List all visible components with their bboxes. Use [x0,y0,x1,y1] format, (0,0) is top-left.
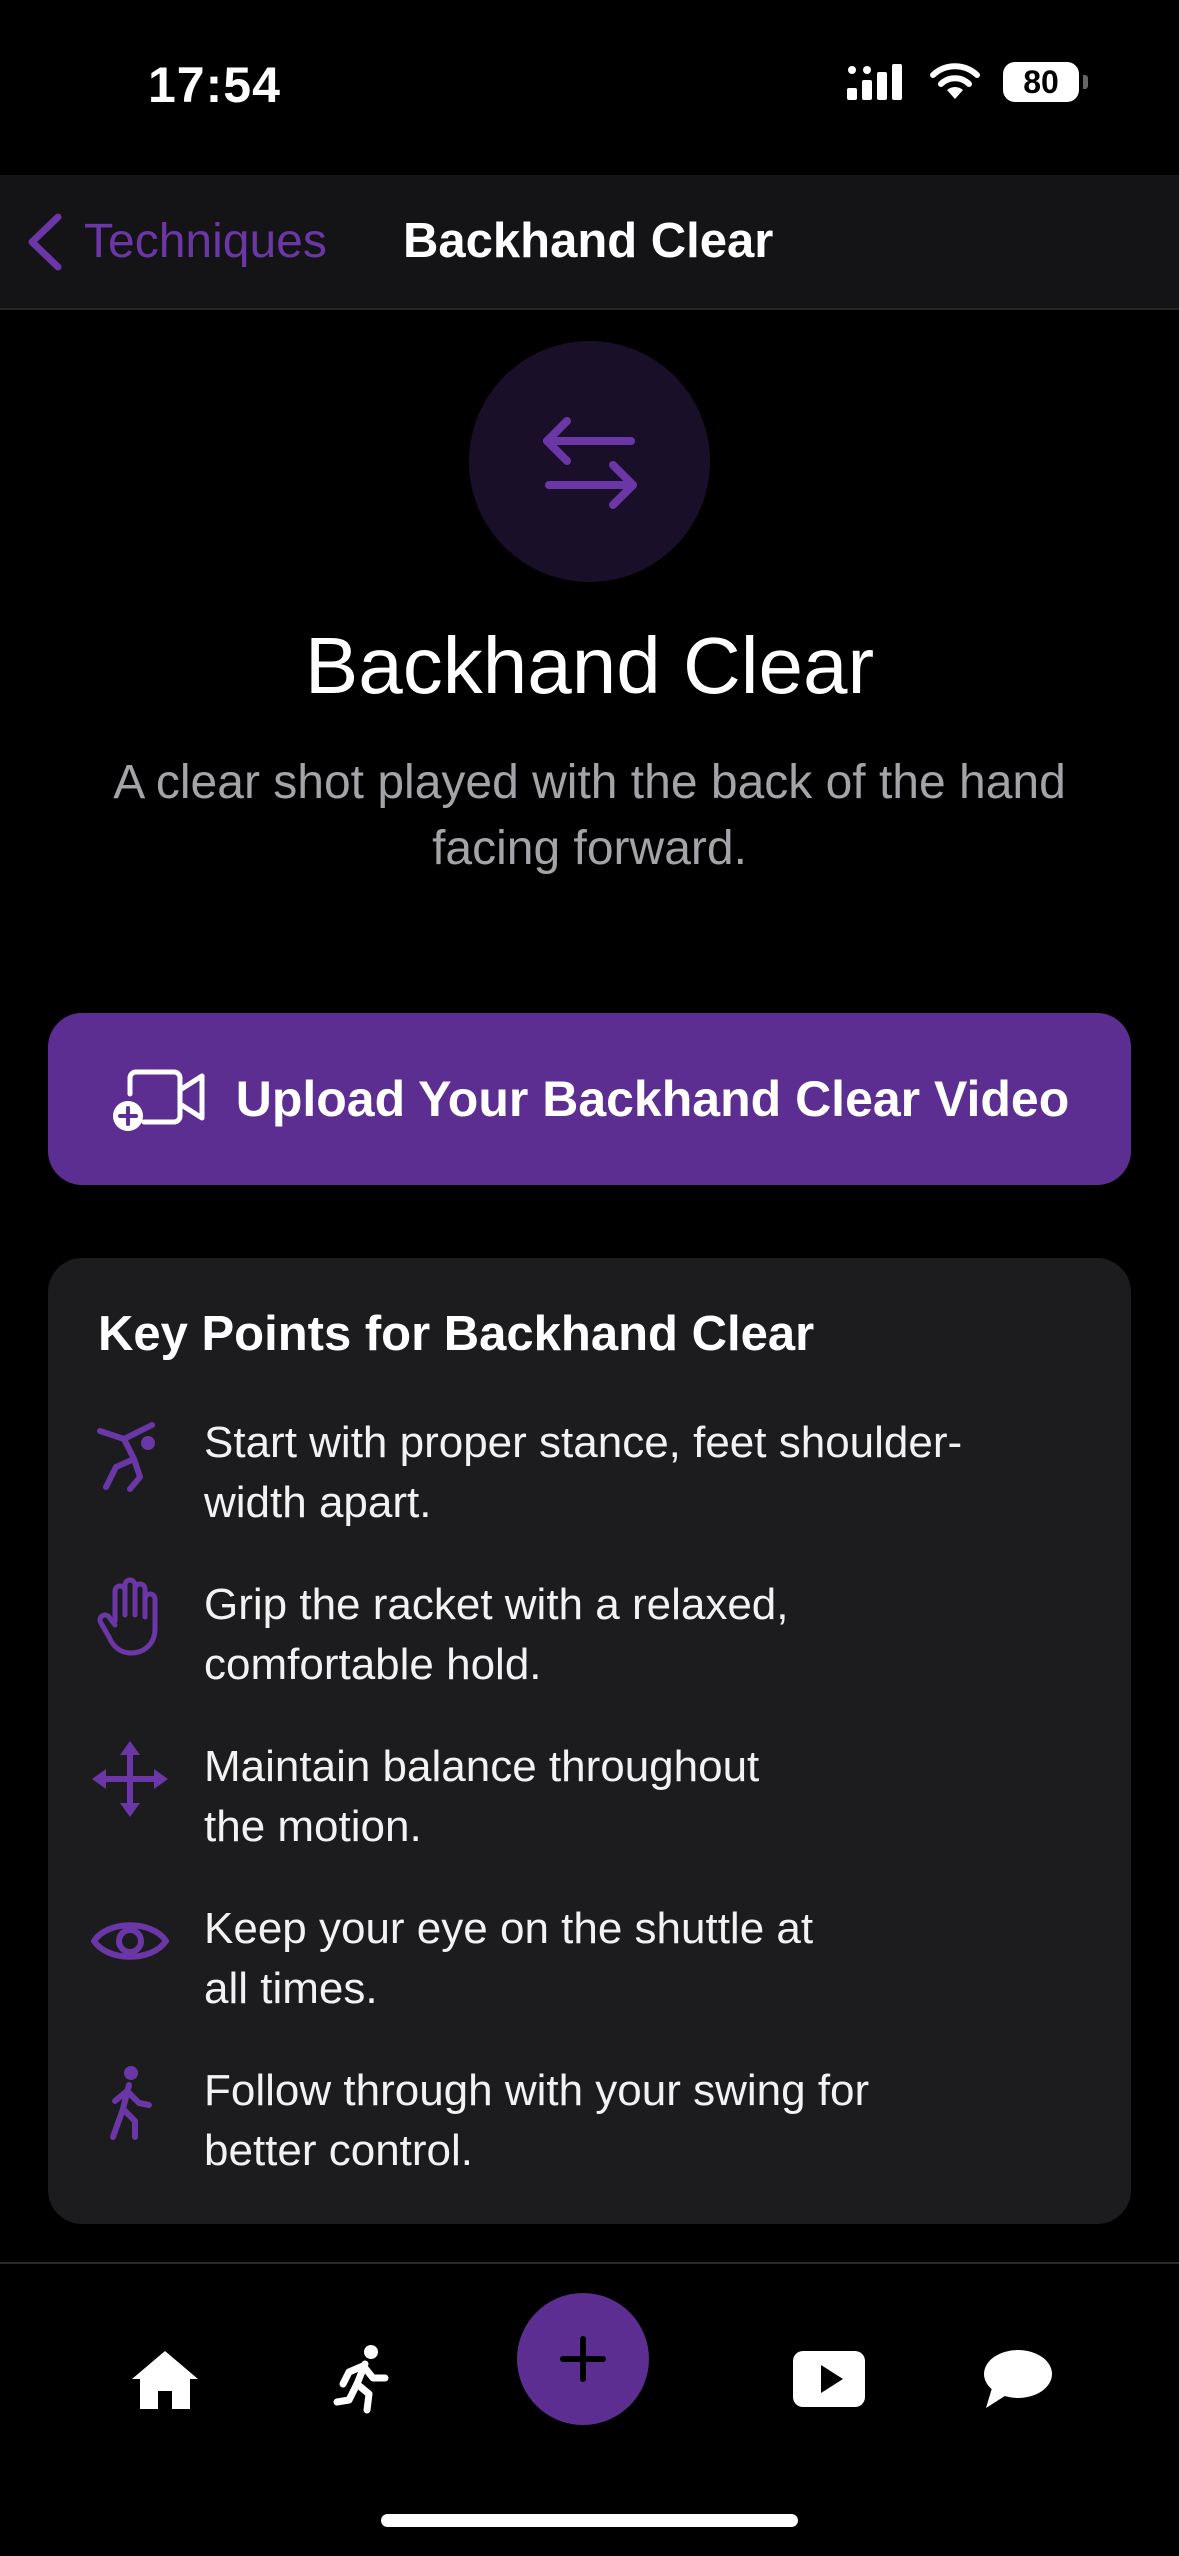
upload-video-button[interactable]: Upload Your Backhand Clear Video [48,1013,1131,1185]
home-indicator [381,2514,798,2527]
tab-training[interactable] [306,2324,416,2434]
key-point-text: Maintain balance throughout the motion. [204,1742,760,1851]
home-icon [132,2351,198,2409]
key-point-text: Grip the racket with a relaxed, comforta… [204,1580,789,1689]
running-icon [333,2345,389,2414]
hand-icon [88,1575,172,1659]
key-points-card: Key Points for Backhand Clear Start with… [48,1258,1131,2224]
back-button-label: Techniques [84,215,327,268]
back-button[interactable]: Techniques [24,175,327,308]
video-plus-icon [112,1069,205,1131]
key-points-title: Key Points for Backhand Clear [98,1307,815,1361]
status-bar: 17:54 80 [0,0,1179,175]
play-icon [793,2351,865,2407]
nav-title: Backhand Clear [403,214,774,268]
chevron-left-icon [28,213,62,270]
status-time: 17:54 [148,57,281,113]
battery-level: 80 [1023,63,1059,100]
move-arrows-icon [88,1737,172,1821]
tab-home[interactable] [110,2324,220,2434]
navigation-bar: Techniques Backhand Clear [0,175,1179,310]
stance-figure-icon [88,1413,172,1497]
technique-icon-circle [469,341,710,582]
cellular-signal-icon [847,64,902,100]
technique-title: Backhand Clear [304,621,875,710]
status-icons: 80 [847,62,1088,102]
tab-chat[interactable] [962,2324,1072,2434]
add-button[interactable] [517,2293,649,2425]
wifi-icon [930,63,980,99]
battery-indicator: 80 [1003,62,1088,102]
upload-video-label: Upload Your Backhand Clear Video [235,1071,1070,1127]
plus-icon [560,2336,606,2382]
key-point-text: Keep your eye on the shuttle at all time… [204,1904,814,2013]
key-point-text: Start with proper stance, feet shoulder-… [204,1418,963,1527]
technique-description: A clear shot played with the back of the… [113,756,1066,875]
tab-videos[interactable] [774,2324,884,2434]
eye-icon [88,1899,172,1983]
arrows-left-right-icon [542,416,637,509]
walking-figure-icon [88,2061,172,2145]
key-point-text: Follow through with your swing for bette… [204,2066,870,2175]
chat-bubble-icon [984,2350,1052,2408]
